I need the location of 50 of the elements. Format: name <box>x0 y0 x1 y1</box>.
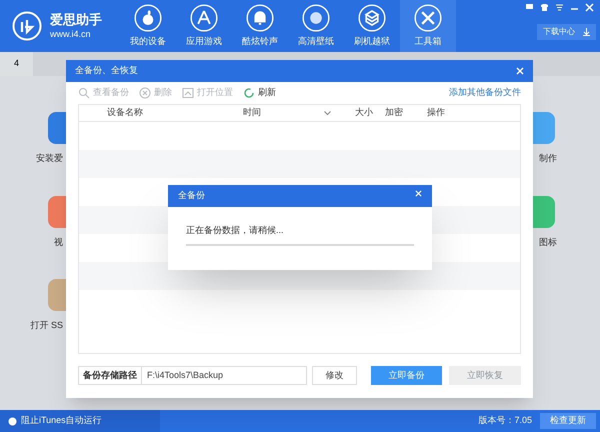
dialog-title: 全备份 <box>178 189 205 202</box>
refresh-icon <box>243 87 255 99</box>
nav-tab[interactable]: 高清壁纸 <box>288 0 344 52</box>
progress-message: 正在备份数据，请稍候... <box>185 224 285 237</box>
close-icon[interactable] <box>585 3 594 12</box>
tool-label: 视 <box>54 236 64 248</box>
logo-icon <box>12 11 42 41</box>
nav-tab[interactable]: 酷炫铃声 <box>232 0 288 52</box>
check-update-button[interactable]: 检查更新 <box>540 413 596 429</box>
itunes-label: 阻止iTunes自动运行 <box>21 414 102 428</box>
menu-icon[interactable] <box>555 3 564 12</box>
delete-icon <box>139 87 151 99</box>
nav-tab[interactable]: 应用游戏 <box>176 0 232 52</box>
tool-label: 安装爱 <box>36 152 64 165</box>
message-icon[interactable] <box>525 3 534 12</box>
chevron-icon <box>324 110 331 116</box>
shirt-icon[interactable] <box>540 3 549 12</box>
nav-tab[interactable]: 我的设备 <box>120 0 176 52</box>
column-header: 加密 <box>384 106 404 120</box>
itunes-toggle[interactable]: 阻止iTunes自动运行 <box>0 410 160 432</box>
column-header: 大小 <box>354 106 373 120</box>
backup-now-button[interactable]: 立即备份 <box>371 366 442 385</box>
info-icon <box>8 416 17 426</box>
logo-url: www.i4.cn <box>50 28 92 40</box>
modify-button[interactable]: 修改 <box>312 366 357 385</box>
add-backup-link[interactable]: 添加其他备份文件 <box>449 86 521 100</box>
tool-label: 图标 <box>538 236 557 248</box>
page-tab[interactable]: 4 <box>0 52 33 76</box>
download-icon <box>583 28 590 36</box>
nav-tab[interactable]: 刷机越狱 <box>344 0 400 52</box>
close-icon[interactable] <box>516 67 524 75</box>
column-header: 操作 <box>426 106 445 120</box>
dialog-title: 全备份、全恢复 <box>75 64 138 78</box>
path-field[interactable]: F:\i4Tools7\Backup <box>142 366 307 385</box>
folder-icon <box>182 87 194 99</box>
tool-label: 制作 <box>538 152 557 165</box>
close-icon[interactable] <box>415 190 422 196</box>
bell-icon <box>246 4 274 32</box>
nav-tab[interactable]: 工具箱 <box>400 0 456 52</box>
column-header[interactable]: 时间 <box>243 106 337 120</box>
toolbar-button[interactable]: 刷新 <box>243 86 276 100</box>
logo-name: 爱思助手 <box>50 12 102 28</box>
box-icon <box>358 4 386 32</box>
appstore-icon <box>190 4 218 32</box>
tool-label: 打开 SS <box>30 319 64 332</box>
column-header: 设备名称 <box>106 106 144 120</box>
version-label: 版本号：7.05 <box>478 414 532 428</box>
download-center-button[interactable]: 下载中心 <box>537 24 596 40</box>
path-label: 备份存储路径 <box>78 366 142 385</box>
magnifier-icon <box>78 87 90 99</box>
